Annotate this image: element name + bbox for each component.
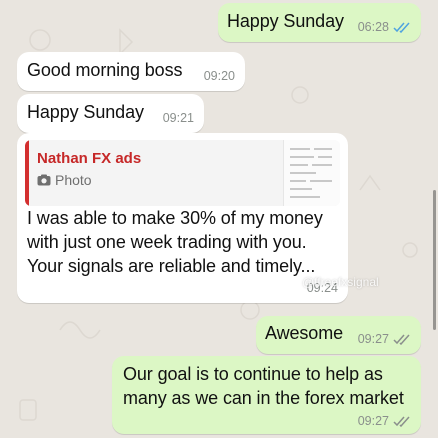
message-text: Happy Sunday xyxy=(27,102,144,122)
outgoing-message-bubble[interactable]: Our goal is to continue to help as many … xyxy=(112,356,421,434)
scrollbar[interactable] xyxy=(433,190,436,330)
message-text: I was able to make 30% of my money with … xyxy=(27,206,323,278)
quote-sender-name: Nathan FX ads xyxy=(37,150,142,167)
quote-media-type: Photo xyxy=(37,172,92,188)
watermark: @ffreefxsignal xyxy=(302,275,379,289)
delivered-ticks-icon xyxy=(393,416,410,427)
outgoing-message-bubble[interactable]: Happy Sunday 06:28 xyxy=(218,3,421,42)
message-line: with just one week trading with you. xyxy=(27,232,307,252)
message-time: 09:21 xyxy=(162,111,194,125)
incoming-message-bubble[interactable]: Happy Sunday 09:21 xyxy=(17,94,204,133)
message-time: 09:27 xyxy=(357,414,389,428)
message-text: Awesome xyxy=(265,323,344,343)
outgoing-message-bubble[interactable]: Awesome 09:27 xyxy=(256,316,421,354)
message-line: Your signals are reliable and timely... xyxy=(27,256,316,276)
message-meta: 09:27 xyxy=(358,332,411,346)
message-time: 09:20 xyxy=(203,69,235,83)
delivered-ticks-icon xyxy=(393,334,410,345)
incoming-reply-bubble[interactable]: Nathan FX ads Photo I was able to make 3… xyxy=(17,133,348,303)
quote-accent-bar xyxy=(25,140,29,206)
message-line: Our goal is to continue to help as xyxy=(123,364,383,384)
message-text: Good morning boss xyxy=(27,60,183,80)
camera-icon xyxy=(37,174,51,186)
quoted-message[interactable]: Nathan FX ads Photo xyxy=(25,140,340,206)
message-time: 06:28 xyxy=(357,20,389,34)
message-text: Our goal is to continue to help as many … xyxy=(123,362,404,410)
message-line: I was able to make 30% of my money xyxy=(27,208,323,228)
read-ticks-icon xyxy=(393,22,410,33)
message-time: 09:27 xyxy=(357,332,389,346)
incoming-message-bubble[interactable]: Good morning boss 09:20 xyxy=(17,52,245,91)
message-text: Happy Sunday xyxy=(227,11,344,31)
photo-thumbnail[interactable] xyxy=(283,140,340,206)
message-line: many as we can in the forex market xyxy=(123,388,404,408)
quote-media-label: Photo xyxy=(55,172,92,188)
message-meta: 06:28 xyxy=(358,20,411,34)
message-meta: 09:27 xyxy=(358,414,411,428)
